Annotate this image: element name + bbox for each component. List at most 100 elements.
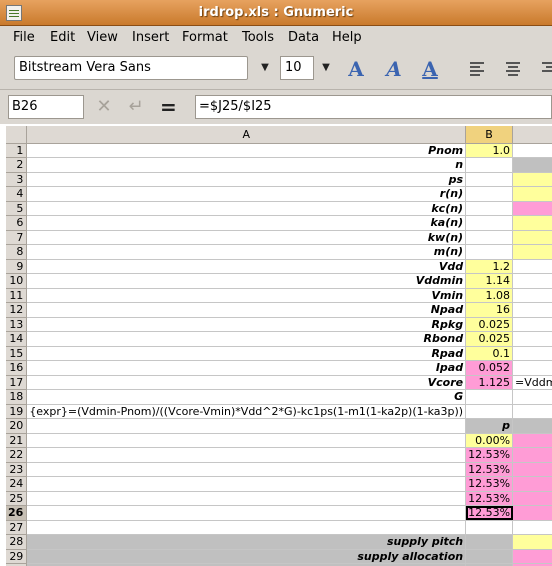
cell-b3[interactable] [465,172,514,187]
row-header[interactable]: 1 [6,143,28,158]
cell-b10[interactable]: 1.14 [465,273,514,289]
row-header[interactable]: 24 [6,476,28,492]
row-header[interactable]: 14 [6,331,28,347]
cell-c28[interactable]: 250 [512,534,552,550]
cell-a7[interactable]: kw(n) [26,230,467,245]
cell-a29[interactable]: supply allocation [26,549,467,564]
cell-c21[interactable]: 0.62 [512,433,552,448]
accept-enter-icon[interactable]: ↵ [126,97,146,117]
cell-b8[interactable] [465,244,514,260]
font-size-combo[interactable]: 10 [280,56,314,80]
cell-a1[interactable]: Pnom [26,143,467,158]
cell-b24[interactable]: 12.53% [465,476,514,492]
row-header[interactable]: 10 [6,273,28,289]
cell-c1[interactable] [512,143,552,158]
row-header[interactable]: 7 [6,230,28,245]
cell-table[interactable]: ABCDEFGHIJK1Pnom1.02n1234563ps22%0%0%0%0… [6,126,552,566]
cell-c27[interactable] [512,520,552,535]
cell-b12[interactable]: 16 [465,302,514,318]
cell-a15[interactable]: Rpad [26,346,467,361]
cell-a2[interactable]: n [26,157,467,173]
font-name-combo[interactable]: Bitstream Vera Sans [14,56,248,80]
cell-a23[interactable] [26,462,467,477]
column-header-b[interactable]: B [465,126,514,144]
cell-a18[interactable]: G [26,389,467,405]
cell-a14[interactable]: Rbond [26,331,467,347]
cell-a3[interactable]: ps [26,172,467,187]
cell-b25[interactable]: 12.53% [465,491,514,506]
menu-format[interactable]: Format [182,30,228,45]
cell-a28[interactable]: supply pitch [26,534,467,550]
row-header[interactable]: 26 [6,505,28,521]
align-center-icon[interactable] [500,56,526,82]
cancel-x-icon[interactable]: ✕ [94,97,114,117]
cell-c26[interactable]: 0.62 [512,505,552,521]
row-header[interactable]: 25 [6,491,28,506]
cell-c8[interactable]: 0% [512,244,552,260]
cell-c16[interactable]: =Pnom/(Vdd*Npad) [512,360,552,376]
align-left-icon[interactable] [464,56,490,82]
cell-a4[interactable]: r(n) [26,186,467,202]
column-header-a[interactable]: A [26,126,467,144]
cell-reference-field[interactable]: B26 [8,95,84,119]
cell-b19[interactable] [465,404,514,419]
cell-a5[interactable]: kc(n) [26,201,467,216]
cell-c12[interactable] [512,302,552,318]
cell-c18[interactable] [512,389,552,405]
cell-a20[interactable] [26,418,467,434]
cell-a17[interactable]: Vcore [26,375,467,390]
cell-c6[interactable]: 100% [512,215,552,231]
cell-c9[interactable] [512,259,552,274]
cell-c17[interactable]: =Vddmin(1-2*Ipad(Rpkg+Rbond+Rpad)/Vdd) [512,375,552,390]
size-dropdown-arrow-icon[interactable]: ▼ [317,56,335,80]
cell-a26[interactable] [26,505,467,521]
cell-b4[interactable] [465,186,514,202]
cell-a16[interactable]: Ipad [26,360,467,376]
row-header[interactable]: 21 [6,433,28,448]
cell-a13[interactable]: Rpkg [26,317,467,332]
row-header[interactable]: 4 [6,186,28,202]
cell-b20[interactable]: p [465,418,514,434]
cell-c3[interactable]: 22% [512,172,552,187]
cell-c24[interactable]: 0.62 [512,476,552,492]
align-right-icon[interactable] [536,56,552,82]
cell-b28[interactable] [465,534,514,550]
cell-c15[interactable] [512,346,552,361]
row-header[interactable]: 19 [6,404,28,419]
cell-b7[interactable] [465,230,514,245]
cell-a12[interactable]: Npad [26,302,467,318]
cell-b29[interactable] [465,549,514,564]
equals-icon[interactable]: = [160,95,177,119]
cell-c25[interactable]: 0.62 [512,491,552,506]
row-header[interactable]: 16 [6,360,28,376]
cell-c7[interactable]: 80% [512,230,552,245]
column-header-c[interactable]: C [512,126,552,144]
formula-input[interactable]: =$J25/$I25 [195,95,552,119]
cell-b18[interactable] [465,389,514,405]
cell-c4[interactable]: 0.07 [512,186,552,202]
cell-a10[interactable]: Vddmin [26,273,467,289]
cell-b15[interactable]: 0.1 [465,346,514,361]
cell-b5[interactable] [465,201,514,216]
cell-b26[interactable]: 12.53% [465,505,514,521]
cell-a11[interactable]: Vmin [26,288,467,303]
row-header[interactable]: 12 [6,302,28,318]
menu-edit[interactable]: Edit [50,30,75,45]
cell-a27[interactable] [26,520,467,535]
bold-icon[interactable]: A [344,58,368,80]
cell-b27[interactable] [465,520,514,535]
row-header[interactable]: 6 [6,215,28,231]
menu-help[interactable]: Help [332,30,362,45]
cell-c19[interactable] [512,404,552,419]
row-header[interactable]: 5 [6,201,28,216]
cell-b17[interactable]: 1.125 [465,375,514,390]
row-header[interactable]: 20 [6,418,28,434]
underline-icon[interactable]: A [418,58,442,80]
cell-c20[interactable]: L(1) [512,418,552,434]
cell-a21[interactable] [26,433,467,448]
row-header[interactable]: 23 [6,462,28,477]
row-header[interactable]: 11 [6,288,28,303]
cell-c23[interactable]: 0.62 [512,462,552,477]
cell-c5[interactable]: 100% [512,201,552,216]
cell-a22[interactable] [26,447,467,463]
